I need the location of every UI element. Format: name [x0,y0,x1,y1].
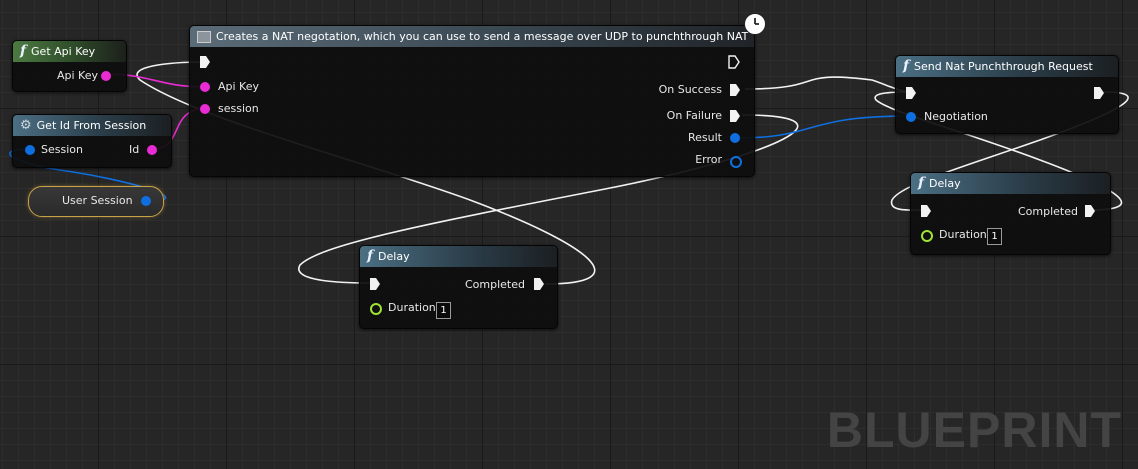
negotiation-input-label: Negotiation [924,110,988,123]
send-punchthrough-header[interactable]: f Send Nat Punchthrough Request [896,56,1118,77]
result-label: Result [688,131,722,144]
node-title: Get Api Key [31,45,96,58]
api-key-output-label: Api Key [57,69,99,82]
error-label: Error [695,153,722,166]
delay-right-node[interactable]: f Delay Completed Duration 1 [910,172,1111,255]
exec-output-pin[interactable] [728,55,740,69]
duration-input-pin[interactable] [370,303,382,315]
function-icon: f [903,58,910,74]
id-output-label: Id [129,143,140,156]
on-success-pin[interactable] [730,84,740,96]
exec-output-pin[interactable] [1094,87,1104,99]
session-input-pin[interactable] [200,104,210,114]
gear-icon: ⚙ [20,118,32,133]
duration-input-pin[interactable] [921,230,933,242]
api-key-input-label: Api Key [218,80,260,93]
node-title: Creates a NAT negotation, which you can … [216,30,749,43]
exec-input-pin[interactable] [921,205,931,217]
api-key-output-pin[interactable] [101,71,111,81]
completed-output-pin[interactable] [1085,205,1095,217]
user-session-label: User Session [62,194,133,207]
event-node-icon [197,30,211,43]
exec-input-pin[interactable] [200,56,210,68]
function-icon: f [20,43,27,59]
delay-bottom-header[interactable]: f Delay [360,246,557,267]
exec-input-pin[interactable] [906,87,916,99]
error-output-pin[interactable] [730,156,742,168]
get-id-from-session-node[interactable]: ⚙ Get Id From Session Session Id [12,114,172,168]
node-title: Send Nat Punchthrough Request [914,60,1093,73]
on-failure-label: On Failure [666,109,722,122]
get-api-key-header[interactable]: f Get Api Key [13,41,126,62]
blueprint-watermark: BLUEPRINT [826,402,1122,458]
completed-label: Completed [465,278,525,291]
node-title: Get Id From Session [36,119,147,132]
function-icon: f [367,248,374,264]
duration-value-input[interactable]: 1 [436,302,451,319]
result-output-pin[interactable] [730,133,740,143]
get-id-from-session-header[interactable]: ⚙ Get Id From Session [13,115,171,136]
wire-success-to-send [744,76,912,93]
on-success-label: On Success [658,83,722,96]
create-nat-negotiation-node[interactable]: Creates a NAT negotation, which you can … [189,25,755,177]
completed-label: Completed [1018,205,1078,218]
duration-value-input[interactable]: 1 [987,228,1002,245]
session-input-label: session [218,102,259,115]
wire-result-to-negotiation [735,115,912,139]
negotiation-input-pin[interactable] [906,112,916,122]
session-input-pin[interactable] [25,145,35,155]
api-key-input-pin[interactable] [200,82,210,92]
get-api-key-node[interactable]: f Get Api Key Api Key [12,40,127,92]
id-output-pin[interactable] [147,145,157,155]
on-failure-pin[interactable] [730,110,740,122]
delay-bottom-node[interactable]: f Delay Completed Duration 1 [359,245,558,329]
nat-negotiation-header[interactable]: Creates a NAT negotation, which you can … [190,26,754,47]
duration-label: Duration [939,228,987,241]
user-session-output-pin[interactable] [141,196,151,206]
node-title: Delay [929,177,961,190]
user-session-variable-node[interactable]: User Session [28,186,164,217]
duration-label: Duration [388,301,436,314]
function-icon: f [918,175,925,191]
delay-right-header[interactable]: f Delay [911,173,1110,194]
completed-output-pin[interactable] [534,278,544,290]
send-nat-punchthrough-node[interactable]: f Send Nat Punchthrough Request Negotiat… [895,55,1119,134]
clock-icon [744,13,766,35]
exec-input-pin[interactable] [370,278,380,290]
session-input-label: Session [41,143,83,156]
node-title: Delay [378,250,410,263]
